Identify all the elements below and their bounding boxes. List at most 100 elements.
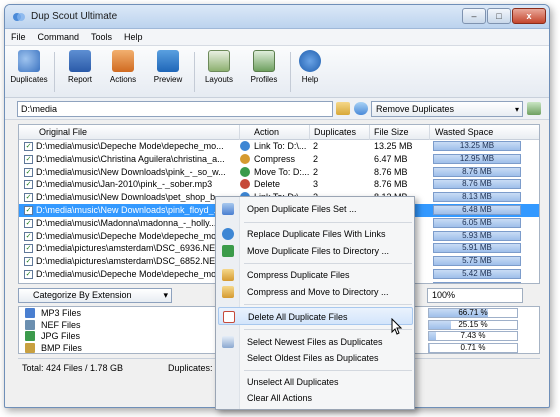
toolbar-separator <box>54 52 55 92</box>
actions-label: Actions <box>109 75 137 84</box>
row-checkbox[interactable]: ✓ <box>24 257 33 267</box>
compress-icon <box>240 153 250 164</box>
row-wasted-space: 8.76 MB <box>433 179 521 190</box>
menu-item-compress-move[interactable]: Compress and Move to Directory ... <box>218 283 413 301</box>
column-wasted-space[interactable]: Wasted Space <box>435 127 493 137</box>
menu-separator <box>244 304 412 305</box>
row-wasted-space: 5.35 MB <box>433 281 521 283</box>
menu-tools[interactable]: Tools <box>91 32 112 42</box>
help-label: Help <box>301 75 319 84</box>
row-action[interactable]: Move To: D:... <box>254 167 311 177</box>
minimize-button[interactable]: – <box>462 8 486 24</box>
file-type-icon <box>25 331 35 341</box>
row-action[interactable]: Link To: D:\... <box>254 141 311 151</box>
row-checkbox[interactable]: ✓ <box>24 180 33 190</box>
actions-button[interactable]: Actions <box>103 50 143 84</box>
action-select[interactable]: Remove Duplicates ▾ <box>371 101 523 117</box>
row-action[interactable]: Compress <box>254 154 311 164</box>
duplicates-button[interactable]: Duplicates <box>9 50 49 84</box>
row-file: D:\media\pictures\amsterdam\DSC_6852.NEF <box>36 256 221 267</box>
row-file: D:\media\music\New Downloads\pet_shop_b.… <box>36 192 223 203</box>
menu-item-label: Move Duplicate Files to Directory ... <box>247 246 390 256</box>
row-checkbox[interactable]: ✓ <box>24 142 33 151</box>
close-button[interactable]: x <box>512 8 546 24</box>
select-newest-icon <box>222 336 234 348</box>
file-type-icon <box>25 319 35 330</box>
report-button[interactable]: Report <box>60 50 100 84</box>
table-header: Original File Action Duplicates File Siz… <box>19 125 539 140</box>
column-file-size[interactable]: File Size <box>374 127 409 137</box>
menu-item-compress[interactable]: Compress Duplicate Files <box>218 266 413 284</box>
help-button[interactable]: Help <box>295 50 325 84</box>
menu-help[interactable]: Help <box>124 32 143 42</box>
percent-total: 100% <box>427 288 523 303</box>
delete-icon <box>240 179 250 190</box>
row-duplicates: 2 <box>313 166 319 177</box>
table-row[interactable]: ✓ D:\media\music\Christina Aguilera\chris… <box>19 153 539 166</box>
action-select-value: Remove Duplicates <box>376 104 455 114</box>
row-checkbox[interactable]: ✓ <box>24 231 33 241</box>
maximize-button[interactable]: □ <box>487 8 511 24</box>
directory-input[interactable]: D:\media <box>17 101 333 117</box>
report-label: Report <box>67 75 92 84</box>
menu-item-clear-actions[interactable]: Clear All Actions <box>218 389 413 407</box>
move-icon <box>240 166 250 177</box>
layouts-button[interactable]: Layouts <box>199 50 239 84</box>
stats-bar: 0.71 % <box>428 342 518 353</box>
row-checkbox[interactable]: ✓ <box>24 282 33 283</box>
menu-item-delete-all[interactable]: Delete All Duplicate Files <box>218 307 413 325</box>
categorize-select[interactable]: Categorize By Extension ▾ <box>18 288 172 303</box>
title-bar[interactable]: Dup Scout Ultimate – □ x <box>5 5 549 29</box>
row-checkbox[interactable]: ✓ <box>24 244 33 254</box>
file-type-icon <box>25 342 35 353</box>
row-wasted-space: 5.93 MB <box>433 230 521 241</box>
browse-folder-icon[interactable] <box>336 102 350 115</box>
profiles-icon <box>253 50 275 72</box>
stats-bar: 7.43 % <box>428 331 518 341</box>
column-duplicates[interactable]: Duplicates <box>314 127 356 137</box>
row-wasted-space: 8.13 MB <box>433 192 521 203</box>
column-original-file[interactable]: Original File <box>39 127 87 137</box>
row-file: D:\media\pictures\amsterdam\DSC_6936.NEF <box>36 243 221 254</box>
row-file: D:\media\music\Madonna\madonna_-_holly..… <box>36 217 217 228</box>
toolbar: Duplicates Report Actions Preview Layout… <box>5 46 549 98</box>
app-icon <box>13 13 25 21</box>
menu-command[interactable]: Command <box>38 32 80 42</box>
delete-icon <box>223 311 235 323</box>
menu-item-label: Open Duplicate Files Set ... <box>247 204 357 214</box>
row-checkbox[interactable]: ✓ <box>24 167 33 177</box>
menu-item-label: Replace Duplicate Files With Links <box>247 229 386 239</box>
row-checkbox[interactable]: ✓ <box>24 193 33 203</box>
path-bar: D:\media Remove Duplicates ▾ <box>5 98 549 120</box>
stats-name: BMP Files <box>41 342 82 353</box>
menu-item-replace-links[interactable]: Replace Duplicate Files With Links <box>218 225 413 243</box>
execute-action-icon[interactable] <box>527 102 541 115</box>
menu-item-move-duplicates[interactable]: Move Duplicate Files to Directory ... <box>218 242 413 260</box>
preview-button[interactable]: Preview <box>148 50 188 84</box>
row-action[interactable]: Delete <box>254 179 311 189</box>
row-wasted-space: 5.91 MB <box>433 243 521 254</box>
menu-separator <box>244 329 412 330</box>
row-checkbox[interactable]: ✓ <box>24 154 33 164</box>
column-divider <box>429 125 430 140</box>
table-row[interactable]: ✓ D:\media\music\New Downloads\pink_-_so_… <box>19 166 539 179</box>
table-row[interactable]: ✓ D:\media\music\Jan-2010\pink_-_sober.mp… <box>19 178 539 191</box>
menu-separator <box>244 370 412 371</box>
menu-file[interactable]: File <box>11 32 26 42</box>
compress-icon <box>222 269 234 281</box>
compress-move-icon <box>222 286 234 298</box>
stats-percent: 7.43 % <box>460 331 486 340</box>
menu-item-select-oldest[interactable]: Select Oldest Files as Duplicates <box>218 349 413 367</box>
table-row[interactable]: ✓ D:\media\music\Depeche Mode\depeche_mo.… <box>19 140 539 153</box>
profiles-label: Profiles <box>250 75 278 84</box>
menu-item-open-set[interactable]: Open Duplicate Files Set ... <box>218 200 413 218</box>
column-action[interactable]: Action <box>254 127 279 137</box>
profiles-button[interactable]: Profiles <box>244 50 284 84</box>
file-type-icon <box>25 308 35 318</box>
row-checkbox[interactable]: ✓ <box>24 205 33 215</box>
add-directory-icon[interactable] <box>354 102 368 115</box>
row-checkbox[interactable]: ✓ <box>24 218 33 228</box>
menu-separator <box>244 263 412 264</box>
row-checkbox[interactable]: ✓ <box>24 269 33 279</box>
mouse-cursor-icon <box>391 318 403 335</box>
